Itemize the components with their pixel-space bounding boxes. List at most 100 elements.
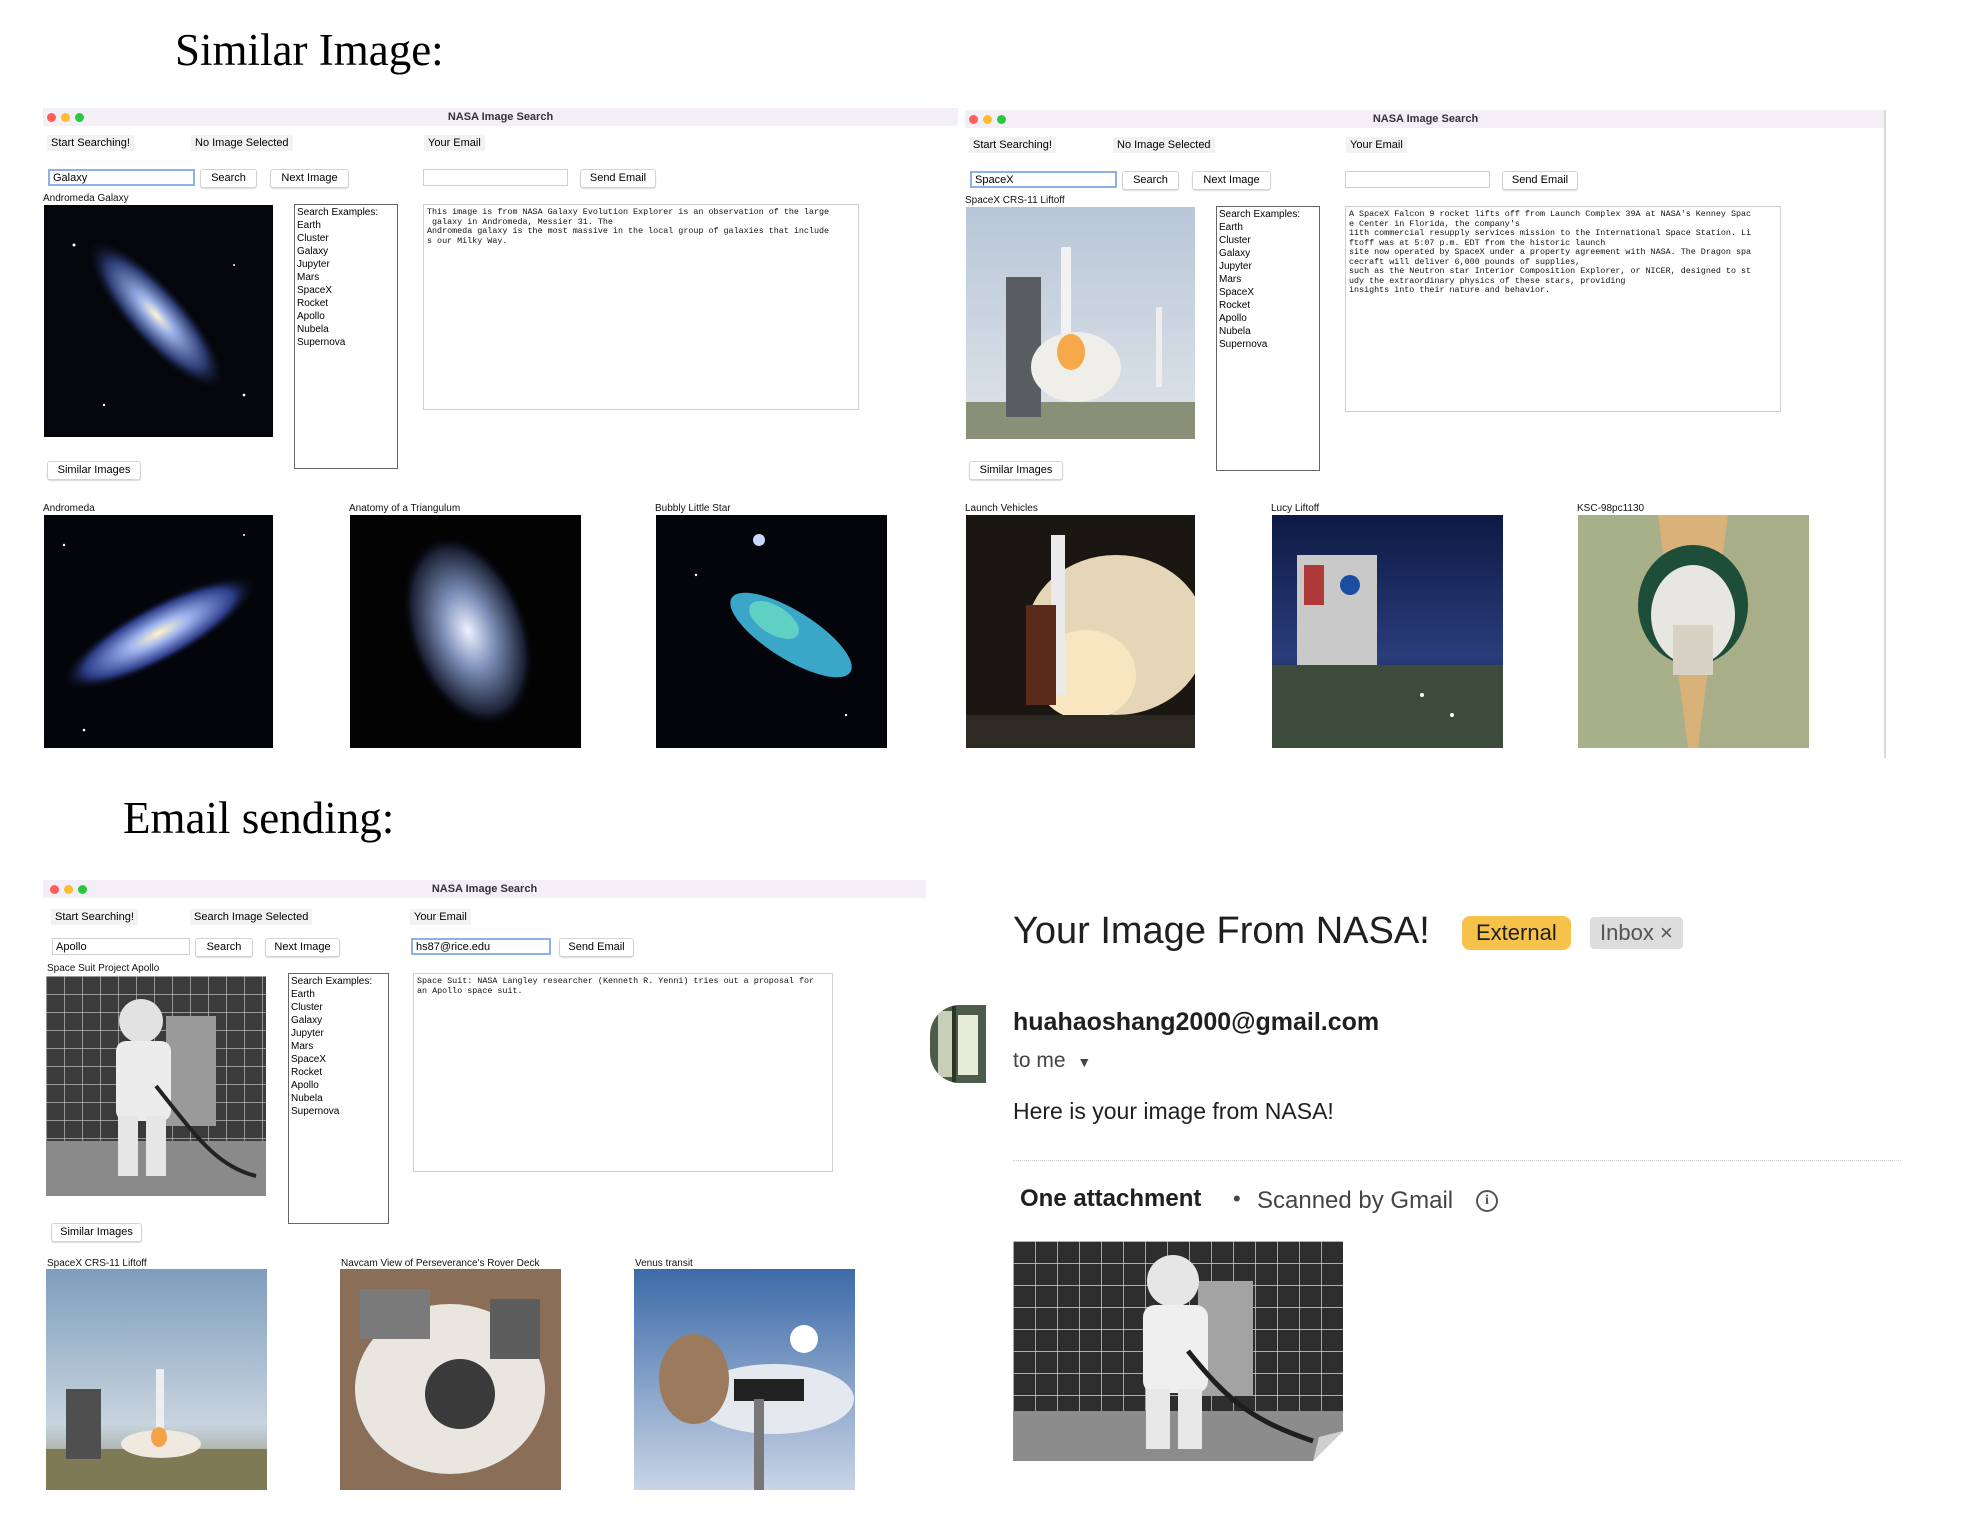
sender-email[interactable]: huahaoshang2000@gmail.com <box>1013 1008 1379 1037</box>
search-examples-list[interactable]: Search Examples: Earth Cluster Galaxy Ju… <box>294 204 398 469</box>
info-icon[interactable]: i <box>1476 1190 1498 1212</box>
search-input[interactable]: Galaxy <box>48 169 195 186</box>
status-label: Search Image Selected <box>190 909 313 925</box>
similar-image-3[interactable] <box>1578 515 1809 748</box>
example-item[interactable]: Supernova <box>297 336 395 349</box>
example-item[interactable]: Apollo <box>297 310 395 323</box>
similar-image-2[interactable] <box>1272 515 1503 748</box>
example-item[interactable]: Cluster <box>291 1001 386 1014</box>
example-item[interactable]: Cluster <box>1219 234 1317 247</box>
status-label: No Image Selected <box>1113 137 1215 153</box>
similar-images-button[interactable]: Similar Images <box>969 461 1063 480</box>
search-button[interactable]: Search <box>1122 171 1179 190</box>
similar-caption-2: Navcam View of Perseverance's Rover Deck <box>341 1258 540 1269</box>
similar-caption-1: Andromeda <box>43 503 95 514</box>
window-title: NASA Image Search <box>1372 113 1479 125</box>
example-item[interactable]: SpaceX <box>1219 286 1317 299</box>
similar-images-button[interactable]: Similar Images <box>51 1223 142 1242</box>
status-label: No Image Selected <box>191 135 293 151</box>
remove-label-icon[interactable]: × <box>1660 920 1673 945</box>
example-item[interactable]: Rocket <box>1219 299 1317 312</box>
your-email-label: Your Email <box>410 909 471 925</box>
main-image-andromeda[interactable] <box>44 205 273 437</box>
recipient-summary[interactable]: to me ▼ <box>1013 1049 1091 1073</box>
similar-image-2[interactable] <box>350 515 581 748</box>
similar-image-1[interactable] <box>44 515 273 748</box>
divider <box>1013 1160 1901 1161</box>
example-item[interactable]: Earth <box>291 988 386 1001</box>
avatar[interactable] <box>930 1005 986 1083</box>
email-input[interactable]: hs87@rice.edu <box>411 938 551 955</box>
example-item[interactable]: Jupyter <box>291 1027 386 1040</box>
example-item[interactable]: SpaceX <box>297 284 395 297</box>
example-item[interactable]: Supernova <box>291 1105 386 1118</box>
start-searching-label: Start Searching! <box>51 909 138 925</box>
image-description[interactable]: A SpaceX Falcon 9 rocket lifts off from … <box>1345 206 1781 412</box>
example-item[interactable]: Galaxy <box>1219 247 1317 260</box>
window-title: NASA Image Search <box>431 883 538 895</box>
next-image-button[interactable]: Next Image <box>270 169 349 188</box>
similar-image-2[interactable] <box>340 1269 561 1490</box>
send-email-button[interactable]: Send Email <box>580 169 656 188</box>
similar-image-3[interactable] <box>656 515 887 748</box>
to-me-label: to me <box>1013 1049 1066 1072</box>
search-input[interactable]: SpaceX <box>970 171 1117 188</box>
example-item[interactable]: Earth <box>1219 221 1317 234</box>
example-item[interactable]: Mars <box>297 271 395 284</box>
example-item[interactable]: Galaxy <box>297 245 395 258</box>
email-input[interactable] <box>423 169 568 186</box>
example-item[interactable]: Mars <box>1219 273 1317 286</box>
similar-image-1[interactable] <box>966 515 1195 748</box>
email-subject: Your Image From NASA! <box>1013 910 1430 952</box>
next-image-button[interactable]: Next Image <box>265 938 340 957</box>
example-item[interactable]: Jupyter <box>1219 260 1317 273</box>
example-item[interactable]: Nubela <box>291 1092 386 1105</box>
nasa-app-window-apollo: NASA Image Search Start Searching! Searc… <box>43 880 926 1492</box>
example-item[interactable]: Earth <box>297 219 395 232</box>
your-email-label: Your Email <box>424 135 485 151</box>
send-email-button[interactable]: Send Email <box>1502 171 1578 190</box>
start-searching-label: Start Searching! <box>969 137 1056 153</box>
similar-image-3[interactable] <box>634 1269 855 1490</box>
example-item[interactable]: Jupyter <box>297 258 395 271</box>
email-input[interactable] <box>1345 171 1490 188</box>
start-searching-label: Start Searching! <box>47 135 134 151</box>
example-item[interactable]: Rocket <box>297 297 395 310</box>
example-item[interactable]: Mars <box>291 1040 386 1053</box>
search-button[interactable]: Search <box>195 938 253 957</box>
example-item[interactable]: Cluster <box>297 232 395 245</box>
caret-down-icon[interactable]: ▼ <box>1077 1054 1091 1070</box>
image-description[interactable]: This image is from NASA Galaxy Evolution… <box>423 204 859 410</box>
send-email-button[interactable]: Send Email <box>559 938 634 957</box>
example-item[interactable]: Supernova <box>1219 338 1317 351</box>
search-input[interactable]: Apollo <box>52 938 190 955</box>
similar-images-button[interactable]: Similar Images <box>47 461 141 480</box>
similar-caption-3: Bubbly Little Star <box>655 503 731 514</box>
similar-caption-1: Launch Vehicles <box>965 503 1038 514</box>
example-item[interactable]: Nubela <box>1219 325 1317 338</box>
similar-image-1[interactable] <box>46 1269 267 1490</box>
example-item[interactable]: Rocket <box>291 1066 386 1079</box>
main-image-falcon9-launch[interactable] <box>966 207 1195 439</box>
next-image-button[interactable]: Next Image <box>1192 171 1271 190</box>
main-image-apollo-space-suit[interactable] <box>46 976 266 1196</box>
examples-header: Search Examples: <box>297 207 379 218</box>
example-item[interactable]: Apollo <box>291 1079 386 1092</box>
example-item[interactable]: Apollo <box>1219 312 1317 325</box>
search-examples-list[interactable]: Search Examples: Earth Cluster Galaxy Ju… <box>288 973 389 1224</box>
attachment-thumbnail[interactable] <box>1013 1241 1343 1461</box>
nasa-app-window-galaxy: NASA Image Search Start Searching! No Im… <box>43 108 958 758</box>
window-title: NASA Image Search <box>447 111 554 123</box>
example-item[interactable]: Nubela <box>297 323 395 336</box>
scanned-by-gmail: Scanned by Gmail <box>1257 1187 1454 1214</box>
inbox-label: Inbox <box>1600 920 1654 945</box>
email-body: Here is your image from NASA! <box>1013 1098 1334 1124</box>
search-examples-list[interactable]: Search Examples: Earth Cluster Galaxy Ju… <box>1216 206 1320 471</box>
inbox-label-chip[interactable]: Inbox × <box>1590 917 1683 949</box>
example-item[interactable]: SpaceX <box>291 1053 386 1066</box>
image-description[interactable]: Space Suit: NASA Langley researcher (Ken… <box>413 973 833 1172</box>
main-image-caption: Andromeda Galaxy <box>43 193 129 204</box>
search-button[interactable]: Search <box>200 169 257 188</box>
attachment-count: One attachment <box>1020 1185 1202 1212</box>
example-item[interactable]: Galaxy <box>291 1014 386 1027</box>
